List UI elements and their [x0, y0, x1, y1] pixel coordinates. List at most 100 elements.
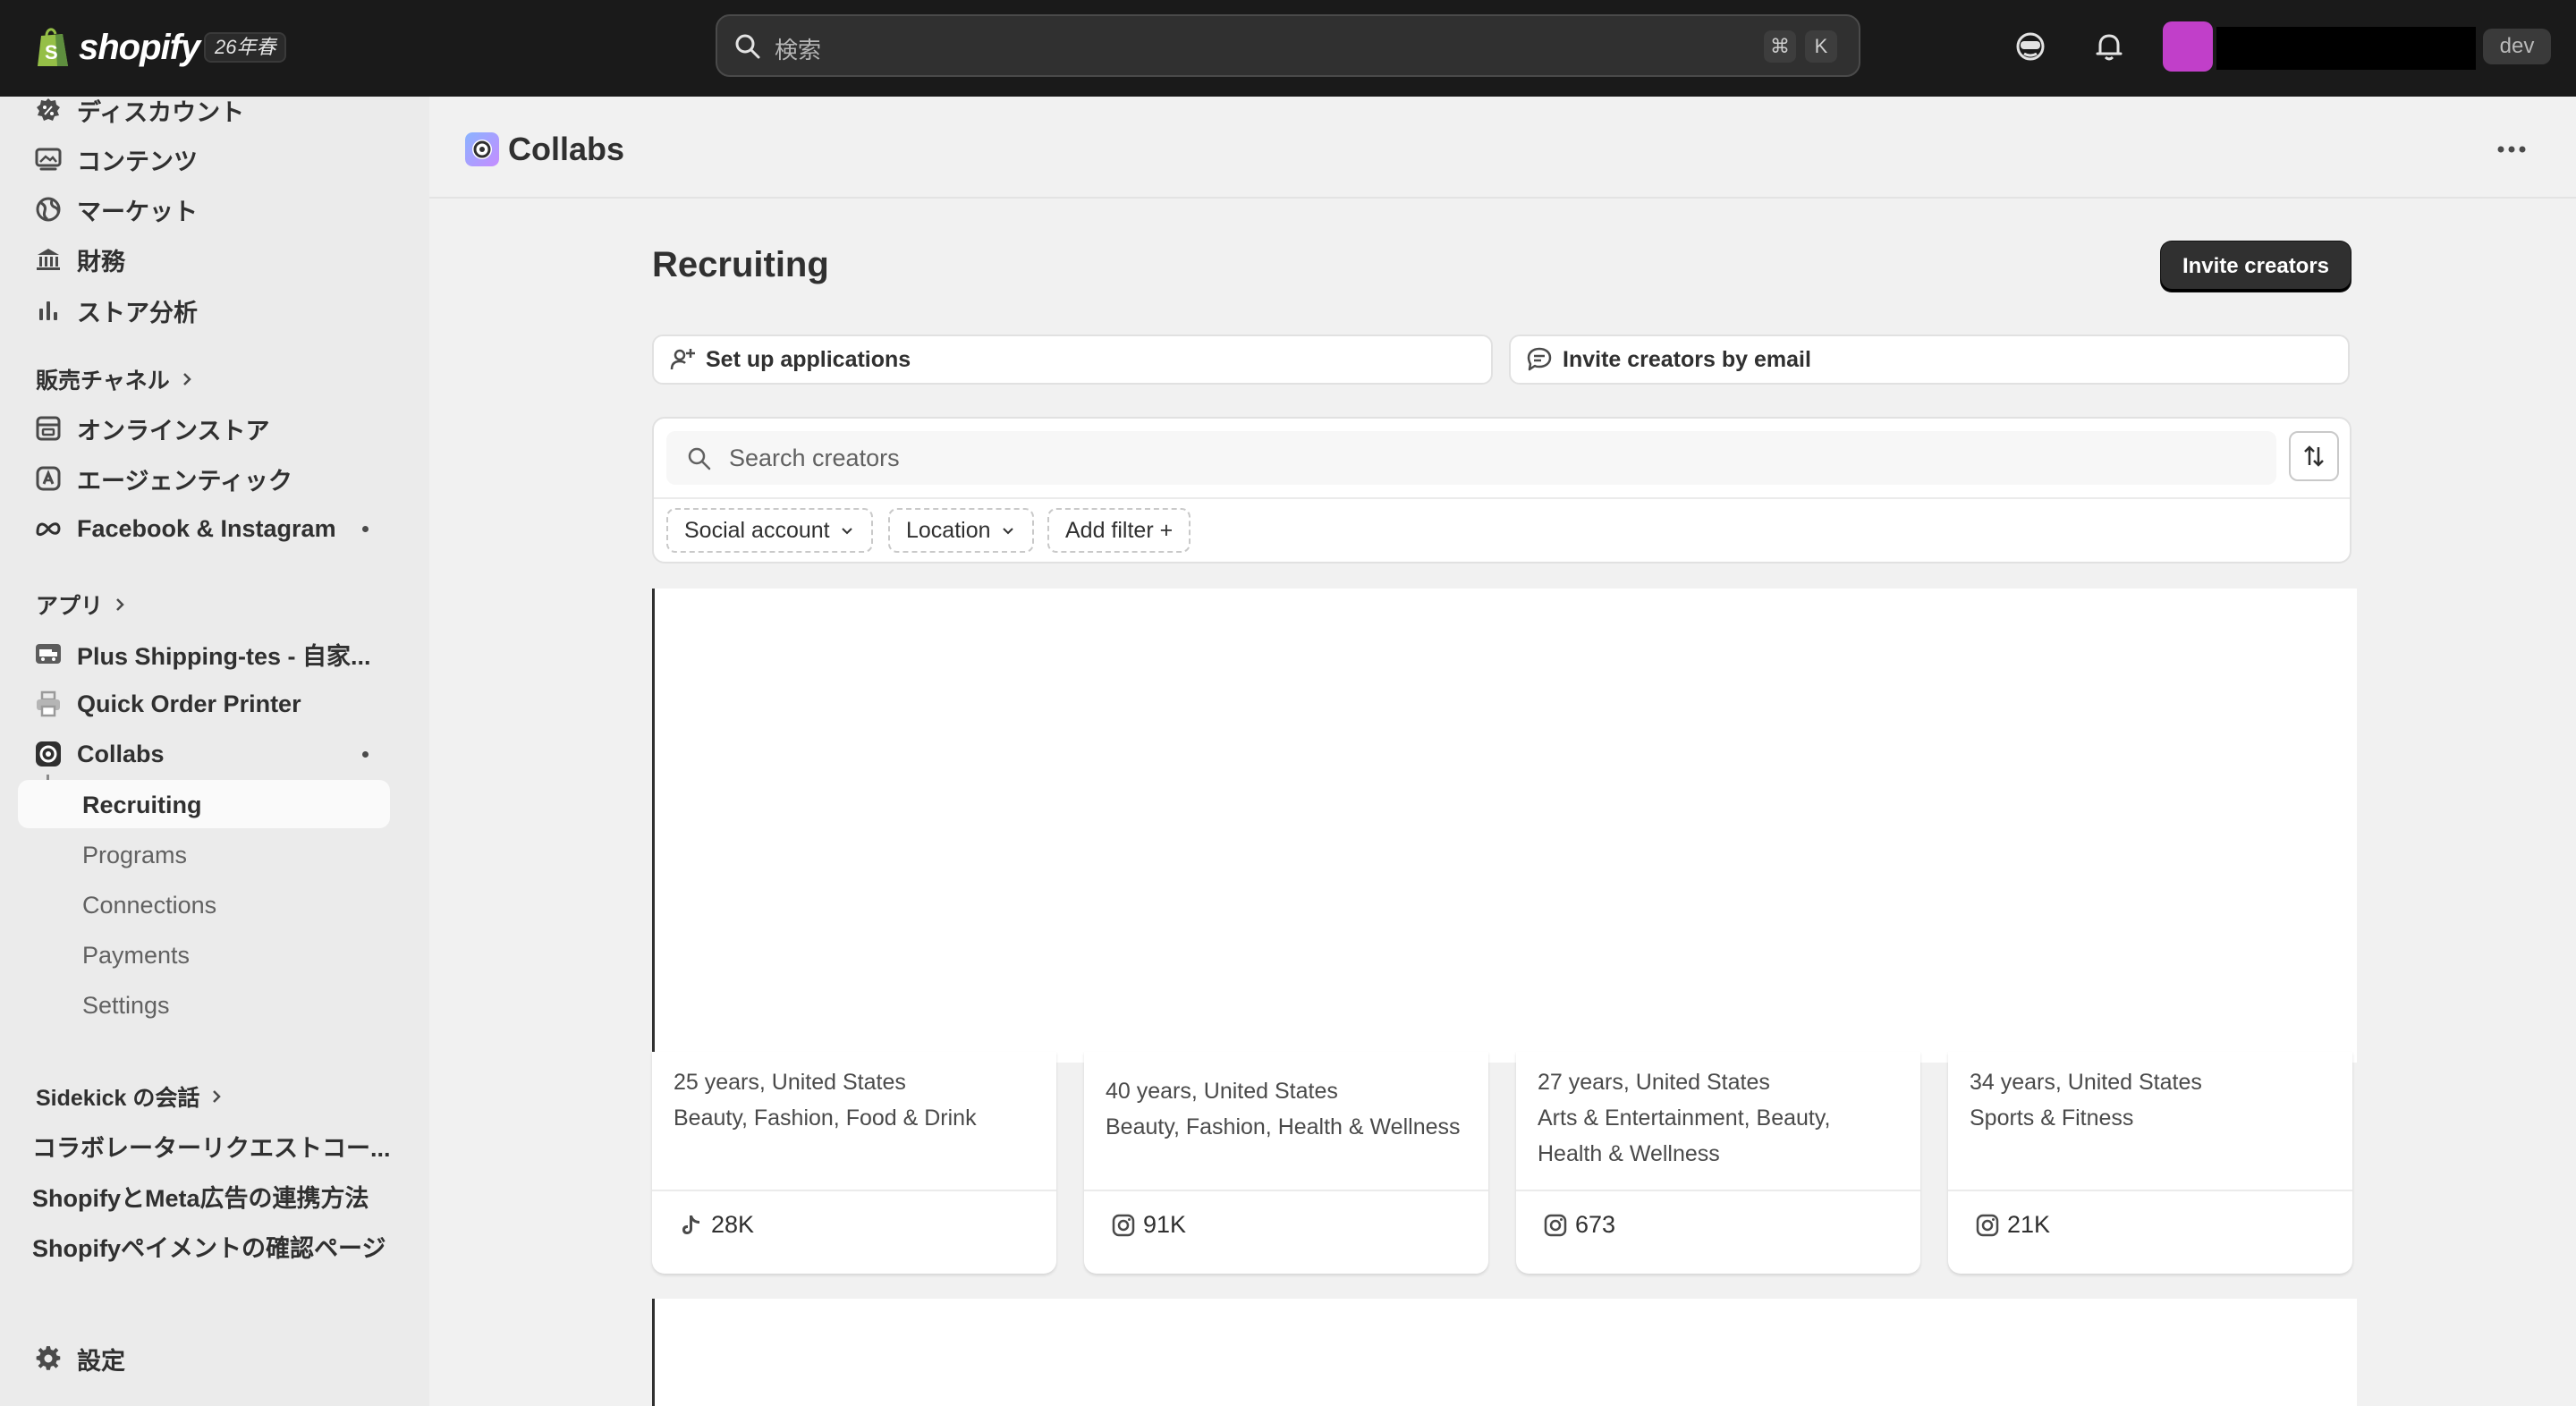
- sidebar-item-settings[interactable]: 設定: [18, 1334, 390, 1383]
- sidebar-item-label: 設定: [77, 1347, 125, 1375]
- sidebar-subitem-label: Connections: [82, 892, 217, 919]
- sidebar-item-label: エージェンティック: [77, 467, 292, 495]
- sidebar-item-collabs[interactable]: Collabs: [18, 730, 390, 778]
- printer-icon: [37, 690, 60, 717]
- instagram-icon: [1976, 1214, 1999, 1236]
- creator-card[interactable]: 27 years, United States Arts & Entertain…: [1516, 1052, 1920, 1274]
- creator-media-area: [652, 589, 2357, 1063]
- sidebar-subitem-payments[interactable]: Payments: [18, 930, 390, 978]
- store-dev-badge[interactable]: dev: [2483, 29, 2551, 64]
- creator-demographics: 40 years, United States: [1106, 1079, 1338, 1104]
- store-icon: [36, 416, 61, 441]
- follower-count: 91K: [1111, 1211, 1186, 1239]
- page-title: Recruiting: [652, 245, 829, 284]
- sidebar-item-quick-order-printer[interactable]: Quick Order Printer: [18, 680, 390, 728]
- sort-button[interactable]: [2289, 431, 2339, 481]
- invite-by-email-button[interactable]: Invite creators by email: [1509, 335, 2350, 385]
- status-dot: [362, 526, 369, 532]
- chevron-right-icon: [182, 373, 191, 385]
- bell-icon[interactable]: [2091, 29, 2127, 64]
- sidebar-item-label: コンテンツ: [77, 148, 198, 175]
- search-placeholder: Search creators: [729, 445, 900, 471]
- add-person-icon: [670, 349, 695, 370]
- sidebar-item-plus-shipping[interactable]: Plus Shipping-tes - 自家...: [18, 630, 390, 678]
- creator-card[interactable]: 25 years, United States Beauty, Fashion,…: [652, 1052, 1056, 1274]
- set-up-applications-button[interactable]: Set up applications: [652, 335, 1493, 385]
- shopify-bag-icon: S: [38, 28, 68, 66]
- sidebar-item-content[interactable]: コンテンツ: [18, 135, 390, 183]
- sidebar-item-finance[interactable]: 財務: [18, 235, 390, 284]
- sidebar-subitem-label: Programs: [82, 842, 188, 868]
- store-avatar[interactable]: [2163, 21, 2213, 72]
- sidebar-subitem-settings[interactable]: Settings: [18, 980, 390, 1029]
- filter-label: Social account: [684, 517, 830, 543]
- set-up-applications-label: Set up applications: [706, 346, 911, 372]
- follower-count: 28K: [679, 1211, 754, 1239]
- brand-name: shopify: [79, 27, 200, 67]
- sidebar-item-analytics[interactable]: ストア分析: [18, 286, 390, 335]
- filter-label: Location: [906, 517, 991, 543]
- divider: [1948, 1190, 2352, 1191]
- sidekick-conversation[interactable]: ShopifyとMeta広告の連携方法: [32, 1179, 369, 1214]
- divider: [654, 497, 2350, 499]
- sidebar-item-label: Collabs: [77, 740, 165, 767]
- divider: [1516, 1190, 1920, 1191]
- sidebar-subitem-label: Payments: [82, 942, 191, 969]
- filter-panel: Search creators Social account Location …: [652, 417, 2351, 563]
- shopify-logo[interactable]: S shopify: [36, 23, 200, 72]
- bank-icon: [37, 249, 60, 270]
- top-bar: S shopify 26年春 検索 ⌘ K dev: [0, 0, 2576, 97]
- collabs-icon: [36, 741, 61, 767]
- svg-text:S: S: [45, 41, 58, 64]
- sidebar-subitem-programs[interactable]: Programs: [18, 830, 390, 878]
- follower-count-value: 91K: [1143, 1211, 1187, 1238]
- app-header: Collabs: [429, 97, 2576, 199]
- creator-demographics: 27 years, United States: [1538, 1070, 1770, 1095]
- invite-by-email-label: Invite creators by email: [1563, 346, 1811, 372]
- main-content: Collabs Recruiting Invite creators Set u…: [429, 97, 2576, 1406]
- store-name-redacted[interactable]: [2216, 27, 2476, 70]
- invite-creators-button[interactable]: Invite creators: [2161, 241, 2351, 292]
- status-dot: [362, 751, 369, 758]
- sidebar-item-facebook-instagram[interactable]: Facebook & Instagram: [18, 504, 390, 553]
- instagram-icon: [1112, 1214, 1135, 1236]
- social-account-filter[interactable]: Social account: [666, 508, 873, 553]
- follower-count-value: 28K: [711, 1211, 755, 1238]
- chevron-down-icon: [1002, 528, 1013, 535]
- sidebar-item-agentic[interactable]: エージェンティック: [18, 454, 390, 503]
- chevron-right-icon: [116, 598, 124, 611]
- creator-media-area-next: [652, 1299, 2357, 1406]
- apps-heading[interactable]: アプリ: [36, 589, 128, 621]
- sidebar-subitem-recruiting[interactable]: Recruiting: [18, 780, 390, 828]
- globe-icon: [36, 197, 61, 222]
- global-search[interactable]: 検索 ⌘ K: [716, 14, 1860, 77]
- sidekick-heading[interactable]: Sidekick の会話: [36, 1080, 225, 1113]
- add-filter-button[interactable]: Add filter +: [1047, 508, 1191, 553]
- sidebar-item-label: Quick Order Printer: [77, 690, 301, 717]
- sidebar-subitem-connections[interactable]: Connections: [18, 880, 390, 928]
- creator-categories: Beauty, Fashion, Food & Drink: [674, 1105, 977, 1131]
- location-filter[interactable]: Location: [888, 508, 1034, 553]
- sales-channels-heading[interactable]: 販売チャネル: [36, 363, 195, 395]
- sidekick-conversation[interactable]: コラボレーターリクエストコー...: [32, 1129, 391, 1164]
- sidebar-item-label: Facebook & Instagram: [77, 514, 336, 542]
- sidebar-item-label: Plus Shipping-tes - 自家...: [77, 642, 371, 670]
- creator-card[interactable]: 34 years, United States Sports & Fitness…: [1948, 1052, 2352, 1274]
- creator-search-input[interactable]: Search creators: [666, 431, 2276, 485]
- sort-icon: [2304, 445, 2324, 467]
- more-actions-icon[interactable]: [2488, 138, 2535, 161]
- follower-count: 21K: [1975, 1211, 2050, 1239]
- sidekick-conversation[interactable]: Shopifyペイメントの確認ページ: [32, 1229, 386, 1264]
- creator-categories: Beauty, Fashion, Health & Wellness: [1106, 1114, 1461, 1139]
- creator-card[interactable]: 40 years, United States Beauty, Fashion,…: [1084, 1052, 1488, 1274]
- sidebar-item-markets[interactable]: マーケット: [18, 185, 390, 233]
- shortcut-k-key: K: [1805, 30, 1837, 63]
- sidekick-icon[interactable]: [2012, 29, 2048, 64]
- sidebar-item-discounts[interactable]: ディスカウント: [18, 86, 390, 134]
- collabs-logo-icon: [465, 132, 499, 166]
- app-title: Collabs: [508, 131, 625, 167]
- sidebar-item-online-store[interactable]: オンラインストア: [18, 404, 390, 453]
- divider: [652, 1190, 1056, 1191]
- apps-heading-label: アプリ: [36, 594, 104, 619]
- bar-chart-icon: [39, 301, 57, 320]
